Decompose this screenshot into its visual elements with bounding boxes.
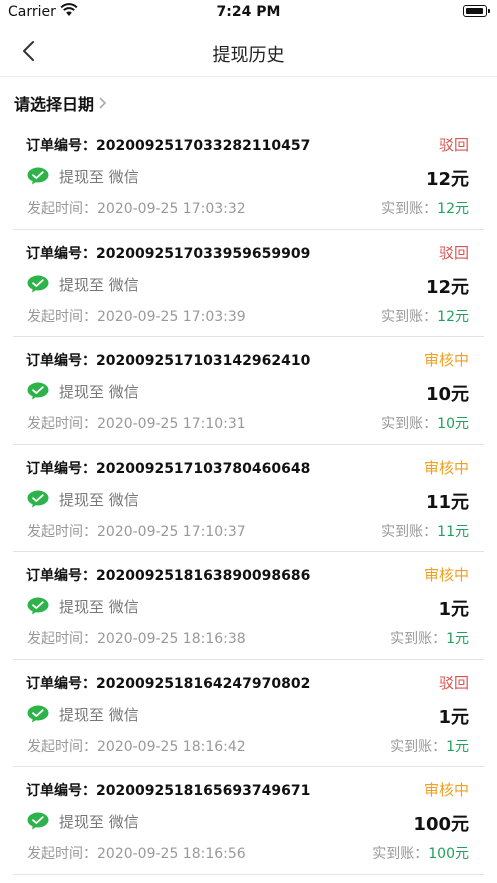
clock: 7:24 PM xyxy=(216,4,281,20)
start-time: 发起时间：2020-09-25 18:16:38 xyxy=(27,631,246,647)
order-number: 订单编号：2020092518163890098686 xyxy=(26,568,311,584)
page-title: 提现历史 xyxy=(212,45,285,66)
status-badge: 驳回 xyxy=(438,673,469,692)
received-amount: 实到账：1元 xyxy=(390,738,469,755)
withdraw-method: 提现至 微信 xyxy=(59,168,139,186)
amount: 12元 xyxy=(425,169,469,190)
withdraw-method: 提现至 微信 xyxy=(59,598,139,616)
status-badge: 审核中 xyxy=(423,781,469,799)
withdrawal-record[interactable]: 订单编号：2020092517103142962410 审核中 提现至 微信 1… xyxy=(13,337,484,445)
amount: 11元 xyxy=(425,491,469,513)
status-badge: 审核中 xyxy=(423,351,469,369)
withdrawal-record[interactable]: 订单编号：2020092518163890098686 审核中 提现至 微信 1… xyxy=(13,552,484,660)
received-amount: 实到账：11元 xyxy=(381,523,469,540)
start-time: 发起时间：2020-09-25 17:03:32 xyxy=(27,201,246,217)
status-badge: 驳回 xyxy=(438,243,469,262)
order-number: 订单编号：2020092518164247970802 xyxy=(26,675,311,692)
received-amount: 实到账：12元 xyxy=(381,308,469,325)
withdrawal-record[interactable]: 订单编号：2020092517033959659909 驳回 提现至 微信 12… xyxy=(13,230,484,337)
withdraw-method: 提现至 微信 xyxy=(59,490,139,509)
wechat-icon xyxy=(27,382,49,400)
wechat-icon xyxy=(27,490,49,507)
status-badge: 驳回 xyxy=(438,136,469,154)
navigation-bar: 提现历史 xyxy=(0,26,497,77)
received-amount: 实到账：12元 xyxy=(381,201,469,217)
start-time: 发起时间：2020-09-25 17:10:37 xyxy=(27,523,246,540)
wechat-icon xyxy=(27,275,49,292)
start-time: 发起时间：2020-09-25 17:03:39 xyxy=(27,308,246,325)
withdrawal-record[interactable]: 订单编号：2020092517103780460648 审核中 提现至 微信 1… xyxy=(13,445,484,552)
date-filter-label: 请选择日期 xyxy=(14,95,95,114)
status-bar: Carrier 7:24 PM xyxy=(0,0,497,26)
order-number: 订单编号：2020092517103780460648 xyxy=(26,460,311,477)
wechat-icon xyxy=(27,597,49,615)
order-number: 订单编号：2020092517103142962410 xyxy=(26,353,311,369)
received-amount: 实到账：10元 xyxy=(381,416,469,432)
amount: 1元 xyxy=(438,706,469,728)
amount: 1元 xyxy=(438,599,469,620)
amount: 100元 xyxy=(413,814,469,835)
withdrawal-record[interactable]: 订单编号：2020092517033282110457 驳回 提现至 微信 12… xyxy=(13,122,484,230)
order-number: 订单编号：2020092517033282110457 xyxy=(26,138,311,154)
battery-icon xyxy=(463,5,490,17)
withdraw-method: 提现至 微信 xyxy=(59,275,139,294)
order-number: 订单编号：2020092518165693749671 xyxy=(26,783,311,799)
wechat-icon xyxy=(27,167,49,185)
order-number: 订单编号：2020092517033959659909 xyxy=(26,245,311,262)
received-amount: 实到账：1元 xyxy=(390,631,469,647)
withdrawal-record[interactable]: 订单编号：2020092518165693749671 审核中 提现至 微信 1… xyxy=(13,767,484,875)
start-time: 发起时间：2020-09-25 17:10:31 xyxy=(27,416,246,432)
date-filter-button[interactable]: 请选择日期 xyxy=(14,90,108,116)
withdraw-method: 提现至 微信 xyxy=(59,383,139,401)
withdraw-method: 提现至 微信 xyxy=(59,813,139,831)
start-time: 发起时间：2020-09-25 18:16:42 xyxy=(27,738,246,755)
chevron-right-icon xyxy=(99,97,107,109)
status-badge: 审核中 xyxy=(423,566,469,584)
wechat-icon xyxy=(27,812,49,830)
received-amount: 实到账：100元 xyxy=(372,846,469,862)
status-badge: 审核中 xyxy=(423,458,469,477)
wechat-icon xyxy=(27,705,49,722)
amount: 10元 xyxy=(425,384,469,405)
withdraw-method: 提现至 微信 xyxy=(59,705,139,724)
withdrawal-list: 订单编号：2020092517033282110457 驳回 提现至 微信 12… xyxy=(13,122,484,875)
start-time: 发起时间：2020-09-25 18:16:56 xyxy=(27,846,246,862)
withdrawal-record[interactable]: 订单编号：2020092518164247970802 驳回 提现至 微信 1元… xyxy=(13,660,484,767)
amount: 12元 xyxy=(425,276,469,298)
